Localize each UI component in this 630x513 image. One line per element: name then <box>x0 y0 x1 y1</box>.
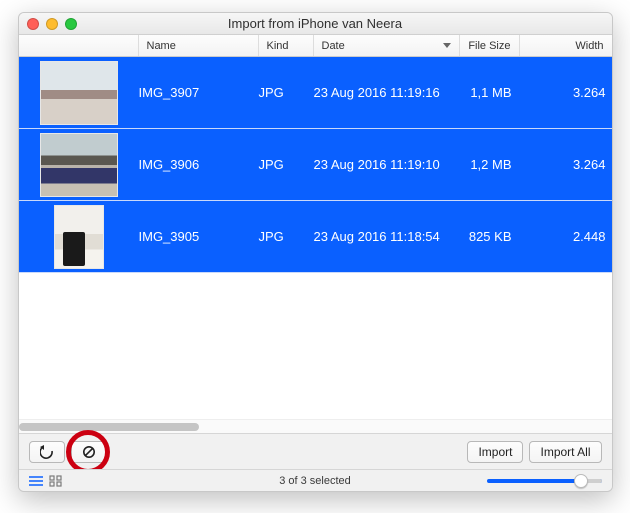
cell-date: 23 Aug 2016 11:19:16 <box>314 85 460 100</box>
thumbnail-cell <box>19 133 139 197</box>
zoom-icon[interactable] <box>65 18 77 30</box>
import-all-button[interactable]: Import All <box>529 441 601 463</box>
bottom-toolbar: Import Import All <box>19 433 612 469</box>
cell-kind: JPG <box>259 85 314 100</box>
column-thumbnail[interactable] <box>19 35 139 56</box>
cell-name: IMG_3905 <box>139 229 259 244</box>
column-size[interactable]: File Size <box>460 35 520 56</box>
cell-date: 23 Aug 2016 11:18:54 <box>314 229 460 244</box>
thumbnail-size-slider[interactable] <box>487 479 602 483</box>
status-bar: 3 of 3 selected <box>19 469 612 491</box>
cell-size: 1,1 MB <box>460 85 520 100</box>
thumbnail-image <box>40 133 118 197</box>
cell-width: 3.264 <box>520 157 612 172</box>
close-icon[interactable] <box>27 18 39 30</box>
thumbnail-cell <box>19 205 139 269</box>
thumbnail-image <box>54 205 104 269</box>
cell-width: 3.264 <box>520 85 612 100</box>
cell-kind: JPG <box>259 229 314 244</box>
cell-width: 2.448 <box>520 229 612 244</box>
prohibit-icon <box>82 445 96 459</box>
scroll-thumb[interactable] <box>19 423 199 431</box>
column-width[interactable]: Width <box>520 35 612 56</box>
minimize-icon[interactable] <box>46 18 58 30</box>
column-date[interactable]: Date <box>314 35 460 56</box>
import-button[interactable]: Import <box>467 441 523 463</box>
cell-name: IMG_3906 <box>139 157 259 172</box>
traffic-lights <box>27 18 77 30</box>
table-row[interactable]: IMG_3907 JPG 23 Aug 2016 11:19:16 1,1 MB… <box>19 57 612 129</box>
thumbnail-cell <box>19 61 139 125</box>
column-name[interactable]: Name <box>139 35 259 56</box>
table-header-row: Name Kind Date File Size Width <box>19 35 612 57</box>
thumbnail-image <box>40 61 118 125</box>
column-kind[interactable]: Kind <box>259 35 314 56</box>
rotate-button[interactable] <box>29 441 65 463</box>
cell-name: IMG_3907 <box>139 85 259 100</box>
table-row[interactable]: IMG_3905 JPG 23 Aug 2016 11:18:54 825 KB… <box>19 201 612 273</box>
cell-size: 1,2 MB <box>460 157 520 172</box>
horizontal-scrollbar[interactable] <box>19 419 612 433</box>
column-date-label: Date <box>322 40 345 52</box>
window-title: Import from iPhone van Neera <box>19 16 612 31</box>
table-row[interactable]: IMG_3906 JPG 23 Aug 2016 11:19:10 1,2 MB… <box>19 129 612 201</box>
import-window: Import from iPhone van Neera Name Kind D… <box>18 12 613 492</box>
slider-knob[interactable] <box>574 474 588 488</box>
cell-kind: JPG <box>259 157 314 172</box>
rotate-icon <box>40 445 54 459</box>
delete-button[interactable] <box>71 441 107 463</box>
table-body: IMG_3907 JPG 23 Aug 2016 11:19:16 1,1 MB… <box>19 57 612 419</box>
cell-size: 825 KB <box>460 229 520 244</box>
cell-date: 23 Aug 2016 11:19:10 <box>314 157 460 172</box>
chevron-down-icon <box>443 43 451 49</box>
titlebar: Import from iPhone van Neera <box>19 13 612 35</box>
